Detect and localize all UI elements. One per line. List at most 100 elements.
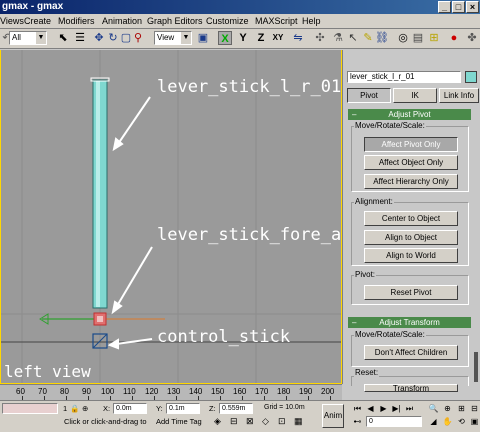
- render-teapot-icon[interactable]: ●: [447, 31, 461, 45]
- select-and-link-icon[interactable]: ⚲: [131, 31, 145, 45]
- rollout-adjust-transform[interactable]: – Adjust Transform: [348, 317, 471, 328]
- modify-brush-icon[interactable]: ✎: [361, 31, 375, 45]
- chevron-down-icon: ▼: [36, 32, 46, 44]
- tick-label: 160: [233, 387, 247, 396]
- menu-help[interactable]: Help: [302, 15, 321, 28]
- z-coord-field[interactable]: 0.559m: [219, 403, 253, 414]
- play-icon[interactable]: ▶: [378, 403, 389, 414]
- menu-bar: Views Create Modifiers Animation Graph E…: [0, 14, 480, 29]
- reset-pivot-button[interactable]: Reset Pivot: [364, 285, 458, 300]
- display-icon[interactable]: ◎: [396, 31, 410, 45]
- tab-link-info[interactable]: Link Info: [439, 88, 479, 103]
- object-name-field[interactable]: lever_stick_l_r_01: [347, 71, 461, 83]
- animate-button[interactable]: Anim: [322, 404, 344, 428]
- arc-rotate-icon[interactable]: ⟲: [456, 416, 467, 427]
- keyframe-icon[interactable]: ◈: [214, 416, 221, 427]
- tab-ik[interactable]: IK: [393, 88, 437, 103]
- add-time-tag[interactable]: Add Time Tag: [156, 417, 202, 426]
- tick-label: 90: [82, 387, 91, 396]
- selection-filter-value: All: [12, 33, 21, 42]
- dont-affect-children-button[interactable]: Don't Affect Children: [364, 345, 458, 360]
- goto-end-icon[interactable]: ⏭: [404, 403, 415, 414]
- axis-z-icon[interactable]: Z: [254, 31, 268, 45]
- affect-pivot-only-button[interactable]: Affect Pivot Only: [364, 137, 458, 152]
- tick-label: 70: [38, 387, 47, 396]
- minimize-button[interactable]: _: [438, 1, 451, 13]
- pointer-icon[interactable]: ↖: [346, 31, 360, 45]
- affect-object-only-button[interactable]: Affect Object Only: [364, 155, 458, 170]
- tab-pivot[interactable]: Pivot: [347, 88, 391, 103]
- window-title: gmax - gmax: [2, 1, 64, 12]
- maximize-viewport-icon[interactable]: ▣: [469, 416, 480, 427]
- tick-label: 80: [60, 387, 69, 396]
- close-button[interactable]: ×: [466, 1, 479, 13]
- prev-frame-icon[interactable]: ◀: [365, 403, 376, 414]
- tick-label: 140: [189, 387, 203, 396]
- menu-views[interactable]: Views: [0, 15, 24, 28]
- zoom-extents-icon[interactable]: ⊞: [456, 403, 467, 414]
- material-icon[interactable]: ⚗: [331, 31, 345, 45]
- axis-y-icon[interactable]: Y: [236, 31, 250, 45]
- align-to-object-button[interactable]: Align to Object: [364, 230, 458, 245]
- panel-scrollbar[interactable]: [474, 352, 478, 382]
- collapse-icon: –: [352, 318, 357, 327]
- snap-icon[interactable]: ✣: [313, 31, 327, 45]
- pan-icon[interactable]: ✋: [442, 416, 453, 427]
- tick-label: 120: [145, 387, 159, 396]
- rollout-adjust-pivot[interactable]: – Adjust Pivot: [348, 109, 471, 120]
- object-color-swatch[interactable]: [465, 71, 477, 83]
- absolute-mode-icon[interactable]: ⊕: [82, 404, 88, 413]
- mirror-icon[interactable]: ⇋: [291, 31, 305, 45]
- align-to-world-button[interactable]: Align to World: [364, 248, 458, 263]
- affect-hierarchy-only-button[interactable]: Affect Hierarchy Only: [364, 174, 458, 189]
- grid-icon[interactable]: ⊞: [427, 31, 441, 45]
- select-by-name-icon[interactable]: ☰: [73, 31, 87, 45]
- zoom-extents-all-icon[interactable]: ⊟: [469, 403, 480, 414]
- pivot-center-icon[interactable]: ▣: [196, 31, 210, 45]
- menu-maxscript[interactable]: MAXScript: [255, 15, 298, 28]
- selection-filter-dropdown[interactable]: All ▼: [9, 31, 47, 45]
- rotate-icon[interactable]: ↻: [106, 31, 120, 45]
- menu-customize[interactable]: Customize: [206, 15, 249, 28]
- y-coord-field[interactable]: 0.1m: [166, 403, 200, 414]
- current-frame-field[interactable]: 0: [366, 416, 422, 427]
- layer-icon[interactable]: ▦: [294, 416, 303, 427]
- menu-graph-editors[interactable]: Graph Editors: [147, 15, 203, 28]
- move-icon[interactable]: ✥: [92, 31, 106, 45]
- left-viewport[interactable]: lever_stick_l_r_01 lever_stick_fore_aft_…: [0, 50, 342, 384]
- field-of-view-icon[interactable]: ◢: [428, 416, 439, 427]
- key-mode-toggle-icon[interactable]: ⊷: [352, 416, 363, 427]
- group-label: Move/Rotate/Scale:: [354, 330, 426, 339]
- prompt-text: Click or click-and-drag to: [64, 417, 147, 426]
- select-arrow-icon[interactable]: ⬉: [56, 31, 70, 45]
- axis-x-icon[interactable]: X: [218, 31, 232, 45]
- lock-icon[interactable]: 🔒: [70, 404, 79, 413]
- utilities-icon[interactable]: ▤: [411, 31, 425, 45]
- reference-coord-dropdown[interactable]: View ▼: [154, 31, 192, 45]
- transform-button[interactable]: Transform: [364, 384, 458, 392]
- next-frame-icon[interactable]: ▶|: [391, 403, 402, 414]
- center-to-object-button[interactable]: Center to Object: [364, 211, 458, 226]
- group-label: Pivot:: [354, 270, 377, 279]
- hierarchy-icon[interactable]: ⛓: [375, 31, 389, 45]
- x-coord-field[interactable]: 0.0m: [113, 403, 147, 414]
- menu-modifiers[interactable]: Modifiers: [58, 15, 95, 28]
- set-key-icon[interactable]: ⊠: [246, 416, 254, 427]
- key-mode-icon[interactable]: ◇: [262, 416, 269, 427]
- timeline-ruler[interactable]: 60 70 80 90 100 110 120 130 140 150 160 …: [0, 384, 342, 400]
- menu-animation[interactable]: Animation: [102, 15, 142, 28]
- quick-render-icon[interactable]: ✤: [465, 31, 479, 45]
- chevron-down-icon: ▼: [181, 32, 191, 44]
- group-label: Move/Rotate/Scale:: [354, 121, 426, 130]
- menu-create[interactable]: Create: [24, 15, 51, 28]
- group-label: Reset:: [354, 368, 380, 377]
- zoom-all-icon[interactable]: ⊕: [442, 403, 453, 414]
- z-label: Z:: [209, 404, 216, 413]
- goto-start-icon[interactable]: ⏮: [352, 403, 363, 414]
- zoom-icon[interactable]: 🔍: [428, 403, 439, 414]
- key-filter-icon[interactable]: ⊟: [230, 416, 238, 427]
- time-config-icon[interactable]: ⊡: [278, 416, 286, 427]
- axis-xy-icon[interactable]: XY: [271, 31, 285, 45]
- max-script-listener[interactable]: [2, 403, 58, 414]
- maximize-button[interactable]: □: [452, 1, 465, 13]
